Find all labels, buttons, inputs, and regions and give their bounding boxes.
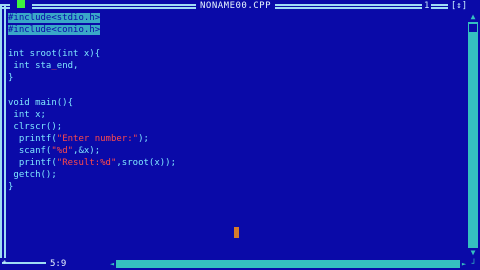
code-line[interactable]: #include<conio.h> [8, 24, 470, 36]
code-line[interactable]: getch(); [8, 169, 470, 181]
code-line[interactable]: #include<stdio.h> [8, 12, 470, 24]
code-line[interactable]: printf("Result:%d",sroot(x)); [8, 157, 470, 169]
code-token: #include<conio.h> [8, 25, 101, 36]
code-token: } [8, 73, 14, 84]
code-token: #include<stdio.h> [8, 13, 101, 23]
modified-indicator: * [2, 259, 7, 268]
code-line[interactable]: } [8, 181, 470, 193]
status-frame [2, 262, 46, 264]
code-token: void main(){ [8, 97, 74, 108]
code-token: } [8, 182, 14, 193]
code-token: ); [138, 133, 149, 144]
code-line[interactable] [8, 85, 470, 97]
code-token: end, [56, 61, 79, 72]
code-token: clrscr(); [8, 121, 63, 132]
code-token: scanf( [8, 146, 52, 157]
window-frame-left [0, 4, 2, 264]
scroll-right-icon[interactable]: ► [460, 260, 468, 268]
zoom-button[interactable]: [↕] [448, 0, 470, 12]
code-token: ,sroot(x)); [116, 158, 176, 169]
vertical-scroll-thumb[interactable] [469, 24, 477, 32]
editor-window: NONAME00.CPP 1 [↕] #include<stdio.h> #inc… [0, 0, 480, 270]
code-token: printf( [8, 133, 57, 144]
code-line[interactable]: clrscr(); [8, 121, 470, 133]
scroll-up-icon[interactable]: ▲ [468, 12, 478, 22]
code-token: int x; [8, 109, 46, 120]
window-frame-left-inner [4, 4, 6, 264]
vertical-scrollbar[interactable]: ▲ ▼ [468, 12, 478, 258]
code-token: "Result:%d" [56, 158, 117, 169]
code-line[interactable]: int sta_end, [8, 60, 470, 72]
cursor-position: 5:9 [50, 259, 67, 269]
code-token: ,&x); [73, 146, 101, 157]
window-number: 1 [422, 0, 432, 12]
code-line[interactable]: printf("Enter number:"); [8, 133, 470, 145]
code-line[interactable]: scanf("%d",&x); [8, 145, 470, 157]
code-token: "Enter number:" [56, 133, 139, 144]
window-title: NONAME00.CPP [196, 0, 276, 12]
code-line[interactable]: } [8, 72, 470, 84]
code-token: getch(); [8, 170, 57, 181]
text-cursor [234, 227, 239, 238]
code-token: int sta [8, 61, 52, 72]
close-button[interactable] [10, 0, 32, 12]
resize-corner-icon[interactable]: ┘ [468, 258, 480, 270]
code-line[interactable]: int sroot(int x){ [8, 48, 470, 60]
zoom-icon: [↕] [450, 1, 468, 11]
code-token: printf( [8, 158, 57, 169]
horizontal-scrollbar[interactable]: ◄ ► [108, 260, 468, 268]
close-icon [17, 0, 25, 11]
code-token: "%d" [51, 146, 74, 157]
status-bar: * 5:9 ◄ ► ┘ [0, 258, 480, 270]
code-line[interactable]: void main(){ [8, 97, 470, 109]
scroll-left-icon[interactable]: ◄ [108, 260, 116, 268]
code-token: int sroot(int x){ [8, 49, 101, 60]
code-line[interactable] [8, 36, 470, 48]
code-line[interactable]: int x; [8, 109, 470, 121]
code-editor[interactable]: #include<stdio.h> #include<conio.h> int sr… [8, 12, 470, 193]
scroll-down-icon[interactable]: ▼ [468, 248, 478, 258]
